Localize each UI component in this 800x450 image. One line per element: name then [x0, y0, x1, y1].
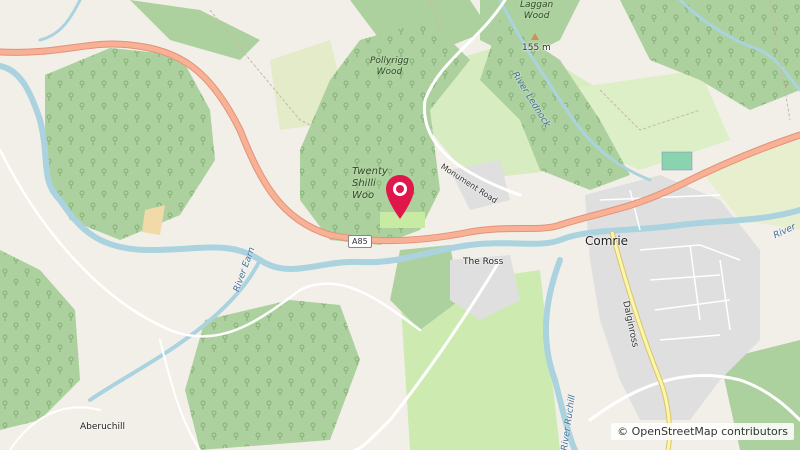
sports-pitch [661, 151, 693, 171]
label-the-ross: The Ross [463, 257, 504, 267]
label-laggan-wood: Laggan Wood [520, 0, 554, 21]
attribution-text[interactable]: OpenStreetMap contributors [632, 425, 788, 438]
location-marker-icon[interactable] [385, 173, 415, 221]
label-peak-elevation: 155 m [522, 43, 551, 53]
road-ref-a85: A85 [348, 235, 372, 248]
map-canvas[interactable]: Laggan Wood 155 m Pollyrigg Wood Twenty … [0, 0, 800, 450]
label-comrie: Comrie [585, 234, 629, 248]
label-aberuchill: Aberuchill [80, 422, 125, 432]
label-twenty-shilling-wood: Twenty Shilli Woo [352, 166, 388, 201]
copyright-symbol: © [617, 425, 629, 438]
label-pollyrigg-wood: Pollyrigg Wood [370, 56, 409, 77]
map-attribution[interactable]: © OpenStreetMap contributors [611, 423, 794, 440]
